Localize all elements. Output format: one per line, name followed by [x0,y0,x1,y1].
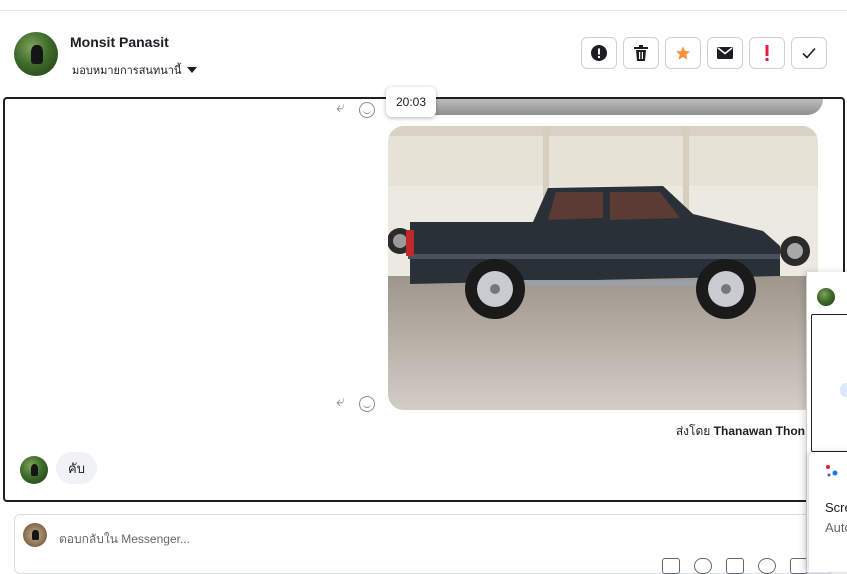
contact-avatar[interactable] [14,32,58,76]
popup-thread [811,314,847,452]
saved-replies-icon[interactable] [726,558,744,574]
popup-lower-panel: Scre Auto [809,452,847,572]
reply-icon[interactable]: ⤶ [336,99,345,117]
alert-circle-icon [591,45,607,61]
important-button[interactable] [749,37,785,69]
attachment-icon[interactable] [694,558,712,574]
side-chat-popup[interactable]: Scre Auto [806,272,847,572]
truck-photo-message[interactable] [388,126,818,410]
contact-name[interactable]: Monsit Panasit [70,34,169,50]
timestamp-tooltip: 20:03 [386,87,436,117]
pickup-truck-image [388,126,818,410]
reply-icon[interactable]: ⤶ [336,393,345,411]
conversation-toolbar [581,37,827,69]
sent-by-label: ส่งโดย Thanawan Thon [676,422,805,441]
sent-by-name: Thanawan Thon [713,424,805,438]
exclamation-icon [765,45,769,61]
caret-down-icon [187,67,198,73]
incoming-message-bubble[interactable]: คับ [56,452,97,484]
popup-bubble [840,383,847,397]
bag-icon[interactable] [662,558,680,574]
star-icon [676,46,690,60]
popup-text-1: Scre [825,500,847,515]
done-button[interactable] [791,37,827,69]
star-button[interactable] [665,37,701,69]
previous-image-message[interactable] [393,99,823,115]
sender-avatar [20,456,48,484]
top-divider [0,0,847,11]
envelope-icon [717,47,733,59]
sparkle-icon [826,465,838,477]
mark-unread-button[interactable] [707,37,743,69]
reply-input[interactable]: ตอบกลับใน Messenger... [59,530,190,549]
sent-by-prefix: ส่งโดย [675,424,711,438]
delete-button[interactable] [623,37,659,69]
emoji-icon[interactable] [758,558,776,574]
check-icon [802,47,816,59]
page-avatar [23,523,47,547]
assign-label: มอบหมายการสนทนานี้ [72,65,182,77]
assign-conversation-dropdown[interactable]: มอบหมายการสนทนานี้ [72,61,198,79]
trash-icon [634,45,648,61]
react-icon[interactable] [359,102,375,118]
react-icon[interactable] [359,396,375,412]
popup-avatar [817,288,835,306]
composer-tools [662,558,808,574]
report-button[interactable] [581,37,617,69]
popup-text-2: Auto [825,520,847,535]
